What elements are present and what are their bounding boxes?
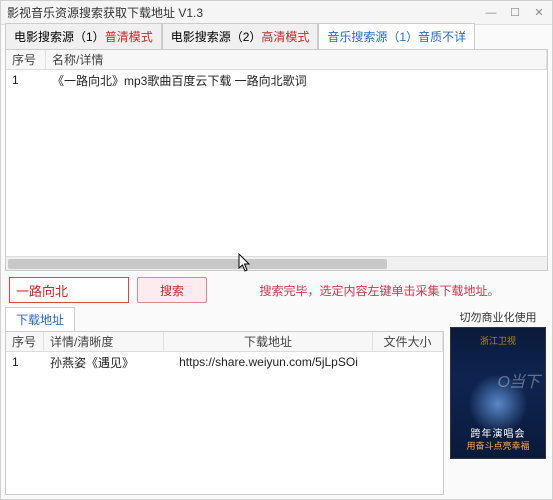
search-row: 搜索 搜索完毕，选定内容左键单击采集下载地址。 (1, 271, 552, 309)
minimize-button[interactable]: — (484, 6, 498, 20)
tab-mode: 高清模式 (261, 30, 309, 44)
window-controls: — ☐ ✕ (484, 6, 546, 20)
results-grid-header: 序号 名称/详情 (6, 50, 547, 70)
tab-mode: 音质不详 (418, 30, 466, 44)
col-header-detail[interactable]: 详情/清晰度 (44, 331, 164, 352)
search-button[interactable]: 搜索 (137, 277, 207, 303)
tab-movie-source-1[interactable]: 电影搜索源（1）普清模式 (5, 23, 162, 49)
poster-mid-text: 跨年演唱会 (451, 425, 545, 440)
poster-image: 浙江卫视 O当下 跨年演唱会 用奋斗点亮幸福 (450, 327, 546, 459)
download-grid-header: 序号 详情/清晰度 下载地址 文件大小 (6, 332, 443, 352)
cell-seq: 1 (6, 353, 44, 371)
watermark-text: O当下 (498, 368, 539, 392)
tab-music-source-1[interactable]: 音乐搜索源（1）音质不详 (318, 23, 475, 49)
col-header-url[interactable]: 下载地址 (164, 331, 373, 352)
cell-url: https://share.weiyun.com/5jLpSOi (164, 353, 373, 371)
tab-label: 电影搜索源（2） (171, 30, 262, 44)
tab-download-address[interactable]: 下载地址 (5, 307, 75, 331)
commercial-warning-text: 切勿商业化使用 (460, 309, 537, 325)
window-title: 影视音乐资源搜索获取下载地址 V1.3 (7, 4, 484, 21)
cell-seq: 1 (6, 71, 46, 89)
col-header-seq[interactable]: 序号 (6, 49, 46, 70)
tab-label: 电影搜索源（1） (14, 30, 105, 44)
horizontal-scrollbar[interactable] (6, 256, 547, 270)
cell-detail: 孙燕姿《遇见》 (44, 352, 164, 373)
results-grid-body[interactable]: 1 《一路向北》mp3歌曲百度云下载 一路向北歌词 (6, 70, 547, 256)
search-input[interactable] (9, 277, 129, 303)
close-button[interactable]: ✕ (532, 6, 546, 20)
scrollbar-thumb[interactable] (8, 259, 387, 269)
table-row[interactable]: 1 《一路向北》mp3歌曲百度云下载 一路向北歌词 (6, 70, 547, 90)
tab-label: 音乐搜索源（1） (327, 30, 418, 44)
col-header-size[interactable]: 文件大小 (373, 331, 443, 352)
poster-top-text: 浙江卫视 (451, 334, 545, 347)
results-grid: 序号 名称/详情 1 《一路向北》mp3歌曲百度云下载 一路向北歌词 (5, 49, 548, 271)
table-row[interactable]: 1 孙燕姿《遇见》 https://share.weiyun.com/5jLpS… (6, 352, 443, 372)
poster-bottom-text: 用奋斗点亮幸福 (451, 439, 545, 452)
download-panel: 下载地址 序号 详情/清晰度 下载地址 文件大小 1 孙燕姿《遇见》 https… (5, 309, 444, 495)
source-tabs: 电影搜索源（1）普清模式 电影搜索源（2）高清模式 音乐搜索源（1）音质不详 (1, 25, 552, 49)
download-tabs: 下载地址 (5, 309, 444, 331)
download-grid: 序号 详情/清晰度 下载地址 文件大小 1 孙燕姿《遇见》 https://sh… (5, 331, 444, 495)
cell-name: 《一路向北》mp3歌曲百度云下载 一路向北歌词 (46, 70, 547, 91)
bottom-panel: 下载地址 序号 详情/清晰度 下载地址 文件大小 1 孙燕姿《遇见》 https… (1, 309, 552, 499)
maximize-button[interactable]: ☐ (508, 6, 522, 20)
search-hint-text: 搜索完毕，选定内容左键单击采集下载地址。 (215, 282, 544, 299)
col-header-seq[interactable]: 序号 (6, 331, 44, 352)
app-window: 影视音乐资源搜索获取下载地址 V1.3 — ☐ ✕ 电影搜索源（1）普清模式 电… (0, 0, 553, 500)
tab-mode: 普清模式 (105, 30, 153, 44)
titlebar: 影视音乐资源搜索获取下载地址 V1.3 — ☐ ✕ (1, 1, 552, 25)
download-grid-body[interactable]: 1 孙燕姿《遇见》 https://share.weiyun.com/5jLpS… (6, 352, 443, 494)
sidebar-right: 切勿商业化使用 浙江卫视 O当下 跨年演唱会 用奋斗点亮幸福 (448, 309, 548, 495)
col-header-name[interactable]: 名称/详情 (46, 49, 547, 70)
tab-movie-source-2[interactable]: 电影搜索源（2）高清模式 (162, 23, 319, 49)
cell-size (373, 360, 443, 364)
